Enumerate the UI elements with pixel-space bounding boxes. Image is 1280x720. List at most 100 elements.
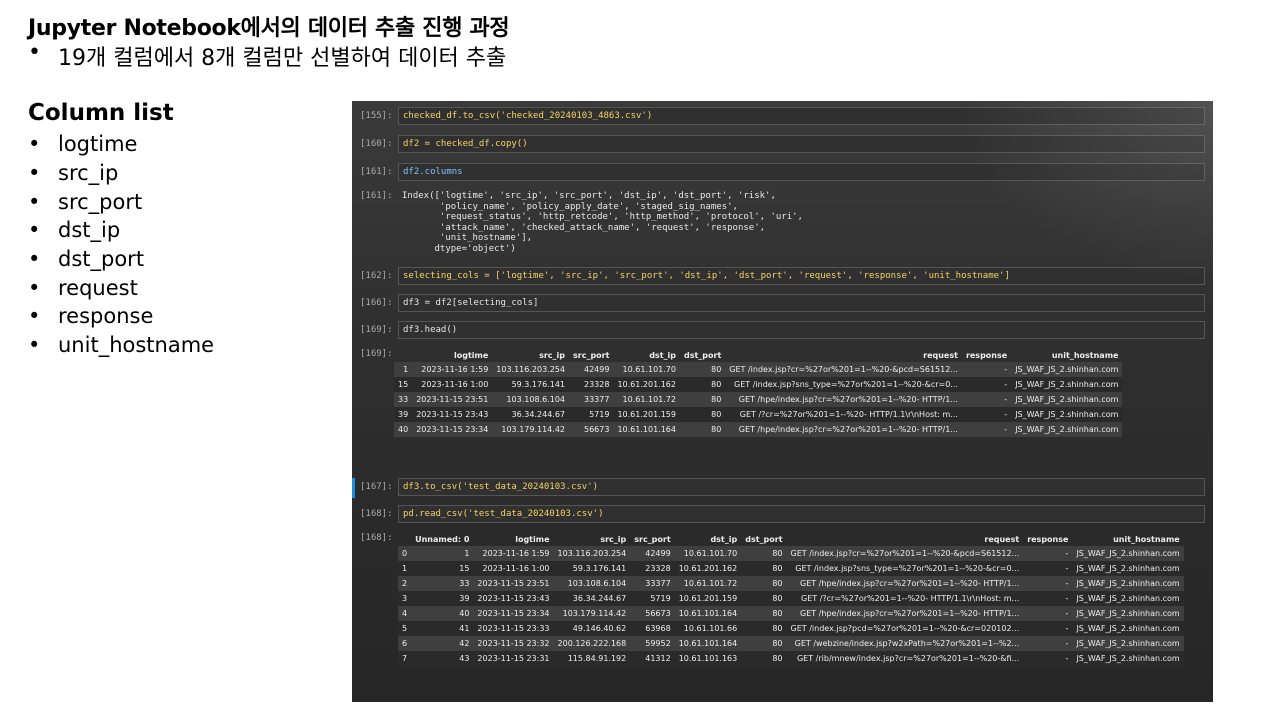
cell-prompt: [169]: [360, 349, 393, 359]
table-cell: 33377 [630, 576, 675, 591]
notebook-photo: [155]: checked_df.to_csv('checked_202401… [352, 101, 1213, 702]
table-cell: 1 [394, 362, 413, 377]
code-cell: df3 = df2[selecting_cols] [398, 294, 1205, 312]
table-cell: JS_WAF_JS_2.shinhan.com [1011, 377, 1123, 392]
table-cell: 103.108.6.104 [492, 392, 569, 407]
table-header-row: Unnamed: 0 logtime src_ip src_port dst_ip dst… [398, 533, 1184, 546]
table-cell: 80 [679, 392, 726, 407]
table-cell: 80 [741, 561, 787, 576]
column-header: src_port [573, 351, 610, 360]
table-row: 2 33 2023-11-15 23:51 103.108.6.104 33377 10.… [398, 576, 1184, 591]
table-cell: 15 [411, 561, 474, 576]
table-cell: 2 [398, 576, 412, 591]
table-cell: 10.61.101.72 [674, 576, 742, 591]
slide-bullet: • 19개 컬럼에서 8개 컬럼만 선별하여 데이터 추출 [28, 40, 506, 72]
cell-prompt: [168]: [360, 533, 393, 543]
dataframe-csv-table: Unnamed: 0 logtime src_ip src_port dst_ip dst… [398, 533, 1184, 666]
cell-prompt: [166]: [360, 298, 393, 308]
table-cell: GET /index.jsp?sns_type=%27or%201=1--%20… [786, 561, 1024, 576]
table-cell: - [1023, 606, 1073, 621]
table-cell: 4 [398, 606, 412, 621]
table-cell: JS_WAF_JS_2.shinhan.com [1072, 576, 1184, 591]
column-list-item: • request [28, 275, 138, 300]
table-cell: 33 [394, 392, 413, 407]
table-cell: JS_WAF_JS_2.shinhan.com [1072, 606, 1184, 621]
column-list-item: • response [28, 304, 154, 329]
column-header: dst_port [745, 535, 783, 544]
table-row: 40 2023-11-15 23:34 103.179.114.42 56673 10.… [394, 422, 1123, 437]
column-header: logtime [453, 351, 489, 360]
column-list-item: • dst_port [28, 247, 145, 272]
table-cell: - [961, 362, 1012, 377]
code-cell: df3.to_csv('test_data_20240103.csv') [398, 478, 1205, 496]
table-cell: 56673 [630, 606, 675, 621]
cell-prompt: [160]: [360, 139, 393, 149]
table-cell: 59.3.176.141 [492, 377, 569, 392]
table-row: 33 2023-11-15 23:51 103.108.6.104 33377 10.6… [394, 392, 1123, 407]
table-row: 1 15 2023-11-16 1:00 59.3.176.141 23328 10.61… [398, 561, 1184, 576]
column-header: unit_hostname [1051, 351, 1119, 360]
table-cell: 80 [679, 407, 726, 422]
table-row: 1 2023-11-16 1:59 103.116.203.254 42499 10.6… [394, 362, 1123, 377]
table-cell: 40 [411, 606, 474, 621]
table-cell: JS_WAF_JS_2.shinhan.com [1072, 546, 1184, 561]
table-cell: 10.61.201.159 [674, 591, 742, 606]
table-cell: 40 [394, 422, 413, 437]
table-cell: 80 [741, 591, 787, 606]
dataframe-head-table: logtime src_ip src_port dst_ip dst_port reque… [394, 349, 1123, 437]
table-row: 5 41 2023-11-15 23:33 49.146.40.62 63968 10.6… [398, 621, 1184, 636]
column-header: response [1027, 535, 1069, 544]
table-cell: 80 [741, 546, 787, 561]
table-cell: 1 [398, 561, 412, 576]
table-cell: 10.61.201.162 [613, 377, 680, 392]
table-cell: 42499 [569, 362, 614, 377]
table-cell: - [1023, 621, 1073, 636]
table-cell: 2023-11-16 1:00 [412, 377, 493, 392]
table-cell: 2023-11-15 23:33 [473, 621, 554, 636]
column-list-title: Column list [28, 100, 174, 126]
table-cell: 103.108.6.104 [553, 576, 631, 591]
table-cell: - [961, 422, 1012, 437]
table-cell: JS_WAF_JS_2.shinhan.com [1011, 362, 1123, 377]
table-cell: 103.179.114.42 [553, 606, 631, 621]
table-cell: - [961, 377, 1012, 392]
code-cell: checked_df.to_csv('checked_20240103_4863… [398, 107, 1205, 125]
table-row: 3 39 2023-11-15 23:43 36.34.244.67 5719 10.61… [398, 591, 1184, 606]
slide-title: Jupyter Notebook에서의 데이터 추출 진행 과정 [28, 16, 510, 41]
table-cell: 7 [398, 651, 412, 666]
table-cell: 33377 [569, 392, 614, 407]
table-cell: 23328 [630, 561, 675, 576]
table-row: 6 42 2023-11-15 23:32 200.126.222.168 59952 1… [398, 636, 1184, 651]
table-cell: 39 [394, 407, 413, 422]
active-cell-indicator [352, 478, 355, 498]
column-header [398, 533, 411, 546]
table-cell: 10.61.101.72 [613, 392, 680, 407]
table-cell: 10.61.201.159 [613, 407, 680, 422]
bullet-text: 19개 컬럼에서 8개 컬럼만 선별하여 데이터 추출 [58, 46, 507, 71]
table-cell: 49.146.40.62 [553, 621, 631, 636]
table-cell: 33 [411, 576, 474, 591]
column-header: response [965, 351, 1008, 360]
table-cell: 6 [398, 636, 412, 651]
column-header: dst_ip [710, 535, 738, 544]
table-cell: 10.61.101.164 [674, 636, 742, 651]
cell-prompt: [161]: [360, 191, 393, 201]
table-cell: - [1023, 576, 1073, 591]
table-cell: 42499 [630, 546, 675, 561]
table-cell: 1 [411, 546, 474, 561]
table-cell: 15 [394, 377, 413, 392]
table-cell: GET /index.jsp?pcd=%27or%201=1--%20-&cr=… [786, 621, 1024, 636]
table-cell: 59952 [630, 636, 675, 651]
table-cell: 41 [411, 621, 474, 636]
bullet-marker: • [28, 40, 41, 65]
table-cell: 56673 [569, 422, 614, 437]
table-cell: GET /hpe/index.jsp?cr=%27or%201=1--%20- … [725, 422, 962, 437]
table-cell: - [1023, 561, 1073, 576]
table-cell: GET /webzine/index.jsp?w2xPath=%27or%201… [786, 636, 1024, 651]
table-cell: 23328 [569, 377, 614, 392]
table-cell: 2023-11-15 23:43 [473, 591, 554, 606]
table-cell: GET /rib/mnew/index.jsp?cr=%27or%201=1--… [786, 651, 1024, 666]
code-cell: df2.columns [398, 163, 1205, 181]
table-cell: 200.126.222.168 [553, 636, 631, 651]
table-cell: GET /?cr=%27or%201=1--%20- HTTP/1.1\r\nH… [725, 407, 962, 422]
